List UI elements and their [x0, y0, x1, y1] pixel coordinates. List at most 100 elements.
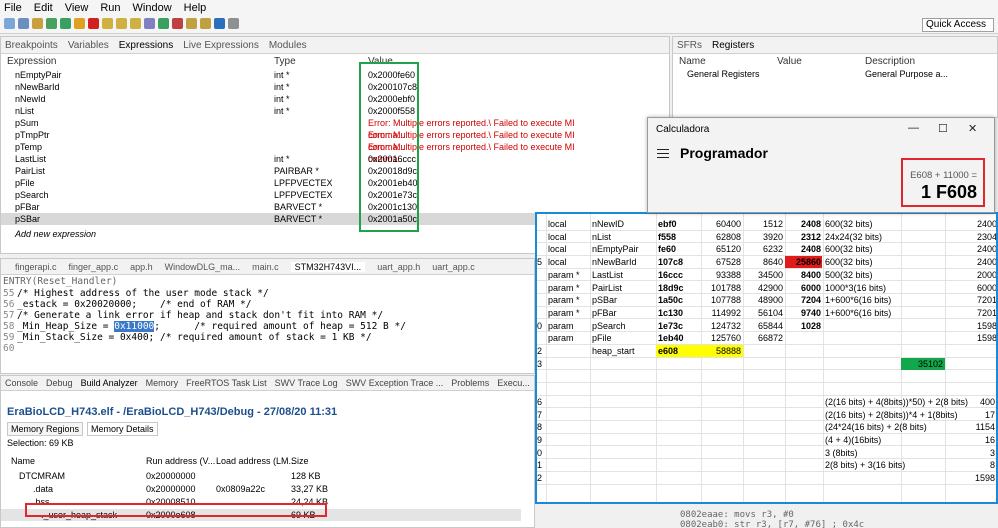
expression-row[interactable]: nList int * 0x2000f558: [1, 105, 591, 117]
add-new-expression[interactable]: Add new expression: [15, 229, 96, 239]
suspend-icon[interactable]: [74, 18, 85, 29]
sheet-row[interactable]: param pFile 1eb40 125760 66872 1598: [537, 332, 996, 345]
bcol-size[interactable]: Size: [291, 456, 309, 466]
resume-icon[interactable]: [60, 18, 71, 29]
sheet-row[interactable]: 0 param pSearch 1e73c 124732 65844 1028 1598: [537, 320, 996, 333]
sheet-row[interactable]: param * pSBar 1a50c 107788 48900 7204 1+600*6(…: [537, 294, 996, 307]
expression-row[interactable]: PairList PAIRBAR * 0x20018d9c: [1, 165, 591, 177]
sheet-row[interactable]: 8 (24*24(16 bits) + 2(8 bits) 1154: [537, 421, 996, 434]
tab-memory-regions[interactable]: Memory Regions: [7, 422, 84, 436]
terminate-icon[interactable]: [88, 18, 99, 29]
sheet-row[interactable]: 2 heap_start e608 58888: [537, 345, 996, 358]
menu-window[interactable]: Window: [133, 2, 172, 14]
expression-row[interactable]: pTemp Error: Multiple errors reported.\ F…: [1, 141, 591, 164]
search-icon[interactable]: [144, 18, 155, 29]
sheet-row[interactable]: local nNewID ebf0 60400 1512 2408 600(32 bits)…: [537, 218, 996, 231]
save-icon[interactable]: [18, 18, 29, 29]
reg-row-name[interactable]: General Registers: [687, 69, 760, 79]
quick-access-input[interactable]: Quick Access: [922, 18, 994, 32]
sheet-row[interactable]: 7 (2(16 bits) + 2(8bits))*4 + 1(8bits) 17: [537, 409, 996, 421]
expression-row[interactable]: pFile LPFPVECTEX 0x2001eb40: [1, 177, 591, 189]
bcol-name[interactable]: Name: [11, 456, 35, 466]
tab-freertos[interactable]: FreeRTOS Task List: [186, 378, 267, 388]
expression-row[interactable]: pFBar BARVECT * 0x2001c130: [1, 201, 591, 213]
tab-debug[interactable]: Debug: [46, 378, 73, 388]
editor-tab[interactable]: finger_app.c: [69, 262, 119, 272]
sheet-row[interactable]: 6 (2(16 bits) + 4(8bits))*50) + 2(8 bits)…: [537, 396, 996, 409]
editor-tab[interactable]: app.h: [130, 262, 153, 272]
tab-memory-details[interactable]: Memory Details: [87, 422, 158, 436]
close-icon[interactable]: ✕: [968, 122, 977, 135]
tab-build-analyzer[interactable]: Build Analyzer: [81, 378, 138, 388]
tab-breakpoints[interactable]: Breakpoints: [5, 40, 58, 51]
step-over-icon[interactable]: [116, 18, 127, 29]
sheet-row[interactable]: [537, 370, 996, 383]
tab-live-expressions[interactable]: Live Expressions: [183, 40, 259, 51]
forward-icon[interactable]: [200, 18, 211, 29]
menu-edit[interactable]: Edit: [34, 2, 53, 14]
column-type[interactable]: Type: [274, 56, 296, 67]
editor-tab[interactable]: WindowDLG_ma...: [165, 262, 241, 272]
expression-row[interactable]: nNewId int * 0x2000ebf0: [1, 93, 591, 105]
sheet-row[interactable]: 0 3 (8bits) 3: [537, 447, 996, 460]
reg-column-description[interactable]: Description: [865, 56, 915, 67]
menu-run[interactable]: Run: [100, 2, 120, 14]
memory-row[interactable]: DTCMRAM 0x20000000 128 KB: [1, 470, 521, 482]
info-icon[interactable]: [214, 18, 225, 29]
sheet-row[interactable]: 2 1598: [537, 472, 996, 485]
back-icon[interactable]: [186, 18, 197, 29]
expression-row[interactable]: nEmptyPair int * 0x2000fe60: [1, 69, 591, 81]
step-return-icon[interactable]: [130, 18, 141, 29]
menu-file[interactable]: File: [4, 2, 22, 14]
expression-row[interactable]: LastList int * 0x20016ccc: [1, 153, 591, 165]
column-expression[interactable]: Expression: [7, 56, 56, 67]
memory-row[interactable]: .data 0x20000000 0x0809a22c 33,27 KB: [1, 483, 521, 495]
tab-modules[interactable]: Modules: [269, 40, 307, 51]
sheet-row[interactable]: 5 local nNewBarId 107c8 67528 8640 25860 600(32…: [537, 256, 996, 269]
build-icon[interactable]: [32, 18, 43, 29]
run-icon[interactable]: [158, 18, 169, 29]
bcol-run[interactable]: Run address (V...: [146, 456, 215, 466]
tab-console[interactable]: Console: [5, 378, 38, 388]
sheet-row[interactable]: param * LastList 16ccc 93388 34500 8400 500(32…: [537, 269, 996, 282]
tab-sfrs[interactable]: SFRs: [677, 40, 702, 51]
editor-tab[interactable]: uart_app.c: [432, 262, 475, 272]
tab-expressions[interactable]: Expressions: [119, 40, 173, 51]
expression-row[interactable]: pSum Error: Multiple errors reported.\ Fa…: [1, 117, 591, 140]
perspective-icon[interactable]: [228, 18, 239, 29]
reg-column-value[interactable]: Value: [777, 56, 802, 67]
editor-tab-active[interactable]: STM32H743VI...: [290, 261, 366, 272]
tab-swv-trace-log[interactable]: SWV Trace Log: [275, 378, 338, 388]
sheet-row[interactable]: 1 2(8 bits) + 3(16 bits) 8: [537, 459, 996, 472]
sheet-row[interactable]: param * pFBar 1c130 114992 56104 9740 1+600*6(…: [537, 307, 996, 320]
step-into-icon[interactable]: [102, 18, 113, 29]
sheet-row[interactable]: local nList f558 62808 3920 2312 24x24(32 bits…: [537, 231, 996, 244]
tab-variables[interactable]: Variables: [68, 40, 109, 51]
tab-swv-exception[interactable]: SWV Exception Trace ...: [346, 378, 444, 388]
editor-tab[interactable]: fingerapi.c: [15, 262, 57, 272]
debug-icon[interactable]: [46, 18, 57, 29]
bcol-load[interactable]: Load address (LM...: [216, 456, 296, 466]
new-icon[interactable]: [4, 18, 15, 29]
sheet-row[interactable]: param * PairList 18d9c 101788 42900 6000 1000*…: [537, 282, 996, 294]
editor-tab[interactable]: uart_app.h: [377, 262, 420, 272]
external-tools-icon[interactable]: [172, 18, 183, 29]
sheet-row[interactable]: [537, 383, 996, 396]
menu-view[interactable]: View: [65, 2, 89, 14]
expression-row[interactable]: pSBar BARVECT * 0x2001a50c: [1, 213, 591, 225]
expression-row[interactable]: pSearch LPFPVECTEX 0x2001e73c: [1, 189, 591, 201]
editor-tab[interactable]: main.c: [252, 262, 279, 272]
expression-row[interactable]: pTmpPtr Error: Multiple errors reported.\…: [1, 129, 591, 152]
sheet-row[interactable]: 9 (4 + 4)(16bits) 16: [537, 434, 996, 447]
menu-help[interactable]: Help: [184, 2, 207, 14]
minimize-icon[interactable]: —: [908, 122, 919, 134]
tab-registers[interactable]: Registers: [712, 40, 754, 51]
expression-row[interactable]: nNewBarId int * 0x200107c8: [1, 81, 591, 93]
reg-column-name[interactable]: Name: [679, 56, 706, 67]
tab-memory[interactable]: Memory: [146, 378, 179, 388]
sheet-row[interactable]: local nEmptyPair fe60 65120 6232 2408 600(32 b…: [537, 243, 996, 256]
hamburger-menu-icon[interactable]: [657, 149, 669, 158]
sheet-row[interactable]: 3 35102: [537, 357, 996, 371]
tab-executables[interactable]: Execu...: [497, 378, 530, 388]
tab-problems[interactable]: Problems: [451, 378, 489, 388]
